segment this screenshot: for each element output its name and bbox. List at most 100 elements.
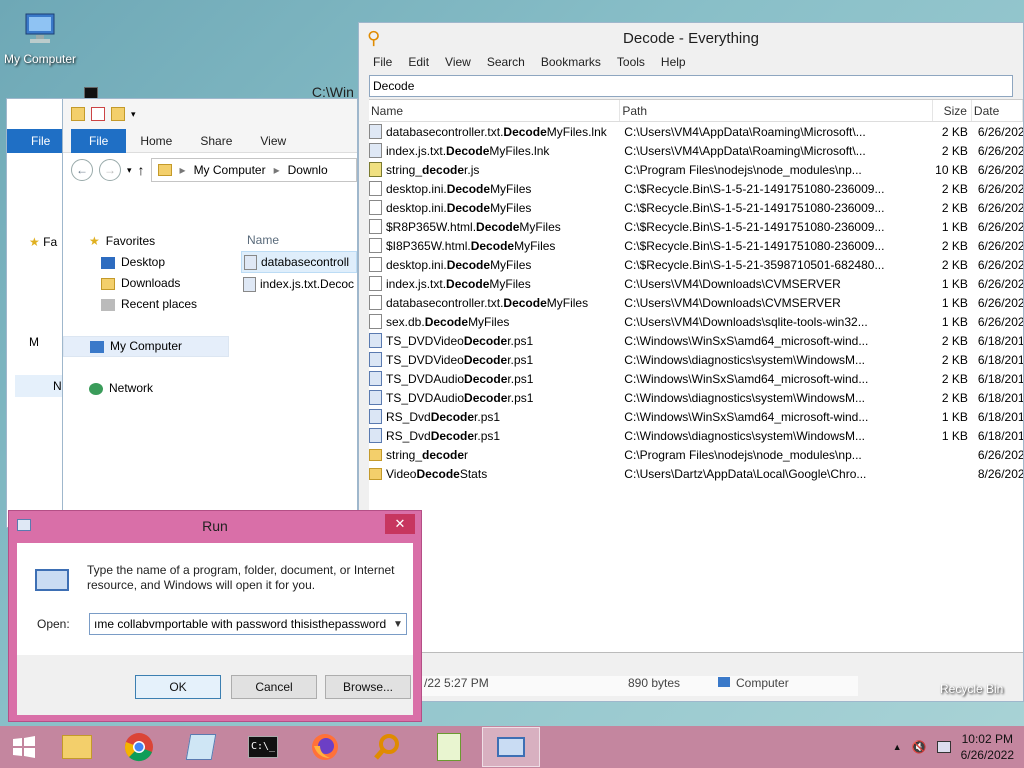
file-icon <box>369 295 382 310</box>
system-tray: ▲ 🔇 10:02 PM 6/26/2022 <box>893 726 1024 768</box>
chrome-taskbar-button[interactable] <box>110 727 168 767</box>
cell-name: index.js.txt.DecodeMyFiles.lnk <box>369 143 620 158</box>
everything-window[interactable]: ⚲ Decode - Everything File Edit View Sea… <box>358 22 1024 702</box>
recent-locations-icon[interactable]: ▾ <box>127 165 132 176</box>
nav-downloads[interactable]: Downloads <box>63 273 229 294</box>
firefox-taskbar-button[interactable] <box>296 727 354 767</box>
run-titlebar[interactable]: Run ✕ <box>9 511 421 541</box>
nav-my-computer[interactable]: My Computer <box>63 336 229 357</box>
table-row[interactable]: string_decoder.js C:\Program Files\nodejs… <box>369 160 1023 179</box>
computer-icon <box>90 340 104 353</box>
menu-view[interactable]: View <box>437 53 479 71</box>
my-computer-desktop-icon[interactable]: My Computer <box>0 10 80 66</box>
cell-date: 6/26/202 <box>977 314 1023 329</box>
notepad-taskbar-button[interactable] <box>172 727 230 767</box>
cell-path: C:\Windows\WinSxS\amd64_microsoft-wind..… <box>624 371 869 386</box>
browse-button[interactable]: Browse... <box>325 675 411 699</box>
list-item[interactable]: databasecontroll <box>241 251 357 273</box>
menu-file[interactable]: File <box>365 53 400 71</box>
nav-desktop[interactable]: Desktop <box>63 252 229 273</box>
table-row[interactable]: desktop.ini.DecodeMyFiles C:\$Recycle.Bin… <box>369 255 1023 274</box>
table-row[interactable]: TS_DVDVideoDecoder.ps1 C:\Windows\WinSxS\… <box>369 331 1023 350</box>
run-dialog[interactable]: Run ✕ Type the name of a program, folder… <box>8 510 422 722</box>
list-item[interactable]: index.js.txt.Decoc <box>241 273 357 295</box>
downloads-icon <box>101 277 115 290</box>
network-icon[interactable] <box>936 741 951 753</box>
search-input[interactable]: Decode <box>369 75 1013 97</box>
run-title: Run <box>202 518 228 534</box>
open-combobox[interactable]: ıme collabvmportable with password thisi… <box>89 613 407 635</box>
magnifier-icon: ⚲ <box>367 28 381 48</box>
file-explorer-taskbar-button[interactable] <box>48 727 106 767</box>
tab-home[interactable]: Home <box>126 134 186 148</box>
table-row[interactable]: databasecontroller.txt.DecodeMyFiles C:\U… <box>369 293 1023 312</box>
column-header-name[interactable]: Name <box>241 229 357 251</box>
breadcrumb-downloads[interactable]: Downlo <box>288 163 328 177</box>
tab-view[interactable]: View <box>246 134 300 148</box>
everything-titlebar[interactable]: ⚲ Decode - Everything <box>359 23 1023 53</box>
table-row[interactable]: string_decoder C:\Program Files\nodejs\no… <box>369 445 1023 464</box>
file-icon <box>369 390 382 405</box>
menu-bookmarks[interactable]: Bookmarks <box>533 53 609 71</box>
new-folder-icon[interactable] <box>111 107 125 121</box>
chevron-down-icon[interactable]: ▾ <box>131 109 136 120</box>
close-button[interactable]: ✕ <box>385 514 415 534</box>
menu-tools[interactable]: Tools <box>609 53 653 71</box>
file-icon <box>369 314 382 329</box>
breadcrumb-my-computer[interactable]: My Computer <box>194 163 266 177</box>
explorer-window[interactable]: ▾ File Home Share View ← → ▾ ↑ ▸ My Comp… <box>62 98 358 528</box>
table-row[interactable]: TS_DVDAudioDecoder.ps1 C:\Windows\WinSxS\… <box>369 369 1023 388</box>
column-header-date[interactable]: Date Mod <box>972 100 1023 121</box>
table-row[interactable]: TS_DVDVideoDecoder.ps1 C:\Windows\diagnos… <box>369 350 1023 369</box>
open-input[interactable]: ıme collabvmportable with password thisi… <box>94 617 390 631</box>
clock[interactable]: 10:02 PM 6/26/2022 <box>961 731 1014 763</box>
show-hidden-icons-icon[interactable]: ▲ <box>893 742 902 752</box>
menu-edit[interactable]: Edit <box>400 53 437 71</box>
table-row[interactable]: index.js.txt.DecodeMyFiles.lnk C:\Users\V… <box>369 141 1023 160</box>
chevron-down-icon[interactable]: ▼ <box>390 619 406 630</box>
table-row[interactable]: desktop.ini.DecodeMyFiles C:\$Recycle.Bin… <box>369 198 1023 217</box>
tab-file[interactable]: File <box>71 128 127 153</box>
properties-icon[interactable] <box>91 107 105 121</box>
tab-share[interactable]: Share <box>186 134 246 148</box>
everything-taskbar-button[interactable] <box>358 727 416 767</box>
address-bar[interactable]: ▸ My Computer ▸ Downlo <box>150 158 357 182</box>
run-icon <box>497 737 525 757</box>
file-tab[interactable]: File <box>7 129 67 153</box>
cmd-icon: C:\_ <box>248 736 278 758</box>
forward-button[interactable]: → <box>99 159 121 181</box>
ok-button[interactable]: OK <box>135 675 221 699</box>
cell-date: 8/26/202 <box>977 466 1023 481</box>
table-row[interactable]: VideoDecodeStats C:\Users\Dartz\AppData\L… <box>369 464 1023 483</box>
volume-muted-icon[interactable]: 🔇 <box>912 740 927 754</box>
column-header-path[interactable]: Path <box>620 100 933 121</box>
cell-date: 6/18/201 <box>977 409 1023 424</box>
nav-favorites[interactable]: ★ Favorites <box>63 231 229 252</box>
results-rows: databasecontroller.txt.DecodeMyFiles.lnk… <box>369 122 1023 483</box>
back-button[interactable]: ← <box>71 159 93 181</box>
explorer-back-nav-computer[interactable]: M <box>29 335 39 349</box>
start-button[interactable] <box>0 726 48 768</box>
table-row[interactable]: index.js.txt.DecodeMyFiles C:\Users\VM4\D… <box>369 274 1023 293</box>
menu-search[interactable]: Search <box>479 53 533 71</box>
cmd-taskbar-button[interactable]: C:\_ <box>234 727 292 767</box>
nav-network[interactable]: Network <box>63 378 229 399</box>
cancel-button[interactable]: Cancel <box>231 675 317 699</box>
up-button[interactable]: ↑ <box>138 162 145 178</box>
table-row[interactable]: RS_DvdDecoder.ps1 C:\Windows\WinSxS\amd64… <box>369 407 1023 426</box>
column-header-name[interactable]: Name <box>369 100 621 121</box>
table-row[interactable]: $R8P365W.html.DecodeMyFiles C:\$Recycle.B… <box>369 217 1023 236</box>
recycle-bin-label[interactable]: Recycle Bin <box>940 682 1003 696</box>
run-taskbar-button[interactable] <box>482 727 540 767</box>
menu-help[interactable]: Help <box>653 53 694 71</box>
nav-recent-places[interactable]: Recent places <box>63 294 229 315</box>
table-row[interactable]: $I8P365W.html.DecodeMyFiles C:\$Recycle.B… <box>369 236 1023 255</box>
notepadpp-taskbar-button[interactable] <box>420 727 478 767</box>
table-row[interactable]: sex.db.DecodeMyFiles C:\Users\VM4\Downloa… <box>369 312 1023 331</box>
column-header-size[interactable]: Size <box>933 100 972 121</box>
table-row[interactable]: databasecontroller.txt.DecodeMyFiles.lnk… <box>369 122 1023 141</box>
table-row[interactable]: desktop.ini.DecodeMyFiles C:\$Recycle.Bin… <box>369 179 1023 198</box>
table-row[interactable]: TS_DVDAudioDecoder.ps1 C:\Windows\diagnos… <box>369 388 1023 407</box>
table-row[interactable]: RS_DvdDecoder.ps1 C:\Windows\diagnostics\… <box>369 426 1023 445</box>
file-icon <box>369 162 382 177</box>
